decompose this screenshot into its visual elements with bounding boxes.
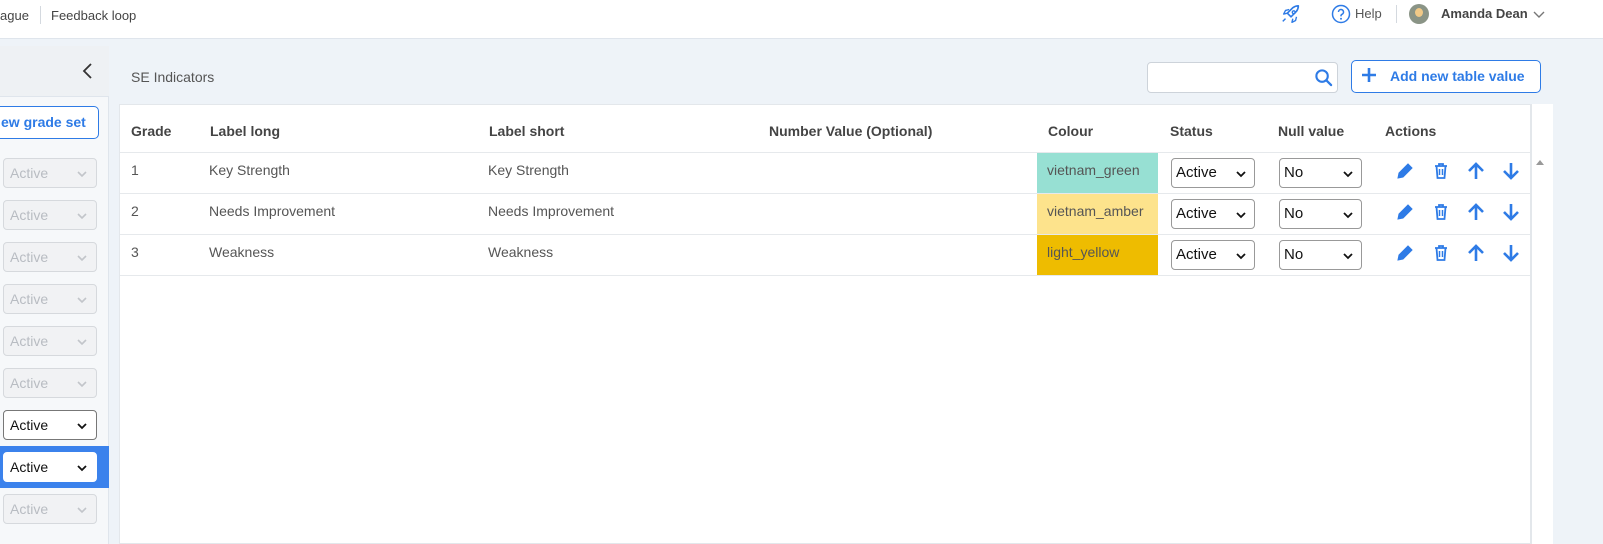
- breadcrumb-item-feedback-loop[interactable]: Feedback loop: [51, 8, 136, 23]
- chevron-down-icon: [77, 381, 87, 388]
- colour-swatch: light_yellow: [1037, 235, 1158, 275]
- arrow-up-icon[interactable]: [1466, 161, 1486, 181]
- status-select[interactable]: Active: [1171, 240, 1255, 270]
- panel-header: [0, 46, 109, 97]
- colour-swatch: vietnam_amber: [1037, 194, 1158, 234]
- chevron-down-icon: [77, 171, 87, 178]
- column-header-status: Status: [1170, 123, 1213, 139]
- search-input[interactable]: [1147, 62, 1338, 93]
- status-select[interactable]: Active: [1171, 158, 1255, 188]
- arrow-down-icon[interactable]: [1501, 243, 1521, 263]
- plus-icon: [1362, 68, 1376, 82]
- arrow-down-icon[interactable]: [1501, 202, 1521, 222]
- chevron-down-icon: [77, 507, 87, 514]
- column-header-colour: Colour: [1048, 123, 1094, 139]
- chevron-down-icon[interactable]: [1532, 7, 1546, 21]
- cell-label-short: Needs Improvement: [488, 203, 615, 219]
- column-header-actions: Actions: [1385, 123, 1437, 139]
- chevron-down-icon: [1236, 171, 1246, 178]
- chevron-left-icon[interactable]: [80, 62, 96, 80]
- user-name[interactable]: Amanda Dean: [1441, 6, 1528, 21]
- avatar[interactable]: [1409, 4, 1429, 24]
- arrow-up-icon[interactable]: [1466, 202, 1486, 222]
- chevron-down-icon: [1343, 212, 1353, 219]
- arrow-up-icon[interactable]: [1466, 243, 1486, 263]
- cell-label-short: Key Strength: [488, 162, 569, 178]
- search-icon[interactable]: [1314, 68, 1333, 87]
- cell-label-short: Weakness: [488, 244, 554, 260]
- chevron-down-icon: [1343, 171, 1353, 178]
- topbar-divider: [1396, 5, 1397, 23]
- column-header-label-short: Label short: [489, 123, 565, 139]
- chevron-down-icon: [77, 297, 87, 304]
- column-header-number-value: Number Value (Optional): [769, 123, 933, 139]
- grade-set-status-select: Active: [3, 494, 97, 524]
- status-select[interactable]: Active: [1171, 199, 1255, 229]
- chevron-down-icon: [1343, 253, 1353, 260]
- page-title: SE Indicators: [131, 69, 215, 85]
- grade-set-status-select: Active: [3, 242, 97, 272]
- chevron-down-icon: [77, 255, 87, 262]
- arrow-down-icon[interactable]: [1501, 161, 1521, 181]
- trash-icon[interactable]: [1431, 202, 1451, 222]
- chevron-down-icon: [77, 213, 87, 220]
- table-scrollbar[interactable]: [1531, 104, 1553, 544]
- chevron-down-icon: [1236, 253, 1246, 260]
- column-header-grade: Grade: [131, 123, 172, 139]
- cell-grade: 3: [131, 244, 139, 260]
- colour-swatch: vietnam_green: [1037, 153, 1158, 193]
- top-bar: ague Feedback loop Help Amanda Dean: [0, 0, 1603, 39]
- breadcrumb-item[interactable]: ague: [0, 8, 29, 23]
- null-value-select[interactable]: No: [1279, 199, 1362, 229]
- column-header-null-value: Null value: [1278, 123, 1345, 139]
- cell-grade: 2: [131, 203, 139, 219]
- grade-set-status-select: Active: [3, 158, 97, 188]
- grade-set-status-select: Active: [3, 200, 97, 230]
- help-icon[interactable]: [1331, 4, 1351, 24]
- null-value-select[interactable]: No: [1279, 158, 1362, 188]
- grade-set-status-select: Active: [3, 284, 97, 314]
- chevron-down-icon: [77, 465, 87, 472]
- grade-set-status-select-selected[interactable]: Active: [3, 452, 97, 482]
- help-link[interactable]: Help: [1355, 6, 1382, 21]
- rocket-icon[interactable]: [1280, 4, 1302, 26]
- scroll-up-arrow-icon[interactable]: [1535, 158, 1545, 166]
- null-value-select[interactable]: No: [1279, 240, 1362, 270]
- grade-set-status-select[interactable]: Active: [3, 410, 97, 440]
- column-header-label-long: Label long: [210, 123, 280, 139]
- table-row-divider: [120, 275, 1530, 276]
- new-grade-set-button[interactable]: ew grade set: [0, 106, 99, 139]
- grade-set-status-select: Active: [3, 326, 97, 356]
- trash-icon[interactable]: [1431, 161, 1451, 181]
- cell-label-long: Needs Improvement: [209, 203, 336, 219]
- edit-icon[interactable]: [1395, 161, 1415, 181]
- grade-set-panel: ew grade set Active Active Active Active…: [0, 46, 109, 544]
- add-button-label: Add new table value: [1390, 68, 1525, 84]
- chevron-down-icon: [77, 423, 87, 430]
- edit-icon[interactable]: [1395, 202, 1415, 222]
- grade-set-status-select: Active: [3, 368, 97, 398]
- chevron-down-icon: [77, 339, 87, 346]
- edit-icon[interactable]: [1395, 243, 1415, 263]
- trash-icon[interactable]: [1431, 243, 1451, 263]
- breadcrumb-separator: [40, 6, 41, 24]
- cell-label-long: Weakness: [209, 244, 275, 260]
- cell-label-long: Key Strength: [209, 162, 290, 178]
- chevron-down-icon: [1236, 212, 1246, 219]
- cell-grade: 1: [131, 162, 139, 178]
